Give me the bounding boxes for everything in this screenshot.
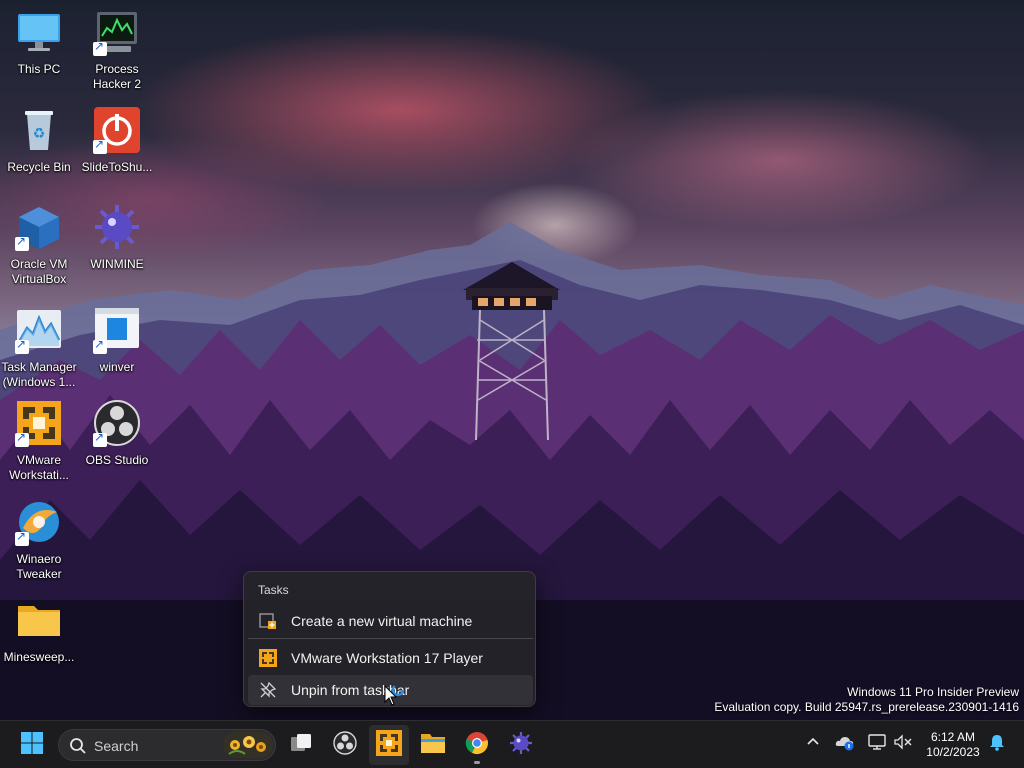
jump-list-item-vmware-player[interactable]: VMware Workstation 17 Player <box>248 643 533 673</box>
task-view-icon <box>289 731 313 760</box>
new-vm-icon <box>259 612 277 630</box>
vmware-icon <box>259 649 277 667</box>
winver-icon <box>93 306 141 354</box>
shortcut-arrow-icon <box>93 137 107 154</box>
jump-list-item-new-vm[interactable]: Create a new virtual machine <box>248 606 533 636</box>
desktop-icon-winver[interactable]: winver <box>78 306 156 375</box>
taskbar-app-vmware[interactable] <box>369 725 409 765</box>
chevron-up-icon <box>806 735 820 754</box>
vmware-icon <box>15 399 63 447</box>
taskbar-app-chrome[interactable] <box>457 725 497 765</box>
unpin-icon <box>259 681 277 699</box>
recycle-bin-icon: ♻ <box>15 106 63 154</box>
desktop-icon-this-pc[interactable]: This PC <box>0 8 78 77</box>
chrome-icon <box>465 731 489 760</box>
shortcut-arrow-icon <box>15 337 29 354</box>
jump-list-divider <box>248 638 533 639</box>
taskbar-clock[interactable]: 6:12 AM 10/2/2023 <box>918 730 988 760</box>
virtualbox-icon <box>15 203 63 251</box>
obs-icon <box>333 730 357 760</box>
folder-icon <box>15 596 63 644</box>
desktop-icon-winaero[interactable]: Winaero Tweaker <box>0 498 78 582</box>
start-icon <box>20 731 44 760</box>
taskbar-app-obs[interactable] <box>325 725 365 765</box>
task-view-button[interactable] <box>281 725 321 765</box>
taskbar: Search 6:12 AM 10/2/2023 <box>0 720 1024 768</box>
desktop-icon-task-manager[interactable]: Task Manager (Windows 1... <box>0 306 78 390</box>
desktop-icon-label: Recycle Bin <box>7 160 71 174</box>
search-highlight-flowers-icon <box>223 732 273 758</box>
desktop-icon-label: Oracle VM VirtualBox <box>10 257 68 286</box>
shortcut-arrow-icon <box>93 39 107 56</box>
desktop-icon-label: Winaero Tweaker <box>16 552 62 581</box>
tray-onedrive[interactable] <box>834 733 856 755</box>
evaluation-watermark: Windows 11 Pro Insider Preview Evaluatio… <box>714 685 1019 715</box>
task-manager-icon <box>15 306 63 354</box>
notification-bell-icon <box>988 733 1006 756</box>
onedrive-icon <box>835 733 855 756</box>
desktop-icon-slidetoshutdown[interactable]: SlideToShu... <box>78 106 156 175</box>
taskbar-app-file-explorer[interactable] <box>413 725 453 765</box>
desktop-icon-label: VMware Workstati... <box>9 453 69 482</box>
desktop-icon-label: SlideToShu... <box>81 160 153 174</box>
shortcut-arrow-icon <box>15 430 29 447</box>
svg-text:♻: ♻ <box>33 126 46 142</box>
shortcut-arrow-icon <box>93 430 107 447</box>
jump-list-item-label: VMware Workstation 17 Player <box>291 650 483 666</box>
notification-center-button[interactable] <box>986 733 1008 755</box>
shortcut-arrow-icon <box>15 529 29 546</box>
clock-time: 6:12 AM <box>930 730 976 744</box>
desktop[interactable]: This PC ♻ Recycle Bin Oracle VM VirtualB… <box>0 0 1024 720</box>
watermark-line-1: Windows 11 Pro Insider Preview <box>847 685 1019 699</box>
search-placeholder: Search <box>94 738 139 754</box>
desktop-icon-process-hacker[interactable]: Process Hacker 2 <box>78 8 156 92</box>
clock-date: 10/2/2023 <box>926 745 980 759</box>
desktop-icon-label: Task Manager (Windows 1... <box>1 360 77 389</box>
mouse-cursor-icon <box>384 683 410 707</box>
taskbar-app-winmine[interactable] <box>501 725 541 765</box>
desktop-icon-obs[interactable]: OBS Studio <box>78 399 156 468</box>
desktop-icon-label: winver <box>99 360 135 374</box>
desktop-icon-label: Process Hacker 2 <box>92 62 142 91</box>
taskbar-search-box[interactable]: Search <box>58 729 276 761</box>
volume-muted-icon <box>893 733 913 756</box>
shortcut-arrow-icon <box>93 337 107 354</box>
desktop-icon-winmine[interactable]: WINMINE <box>78 203 156 272</box>
monitor-icon <box>15 8 63 56</box>
tray-network[interactable] <box>866 733 888 755</box>
winaero-icon <box>15 498 63 546</box>
process-hacker-icon <box>93 8 141 56</box>
power-icon <box>93 106 141 154</box>
jump-list-item-label: Create a new virtual machine <box>291 613 473 629</box>
desktop-icon-label: WINMINE <box>90 257 144 271</box>
search-icon <box>69 737 87 755</box>
running-indicator <box>474 761 480 764</box>
desktop-icon-virtualbox[interactable]: Oracle VM VirtualBox <box>0 203 78 287</box>
jump-list-header: Tasks <box>258 583 289 597</box>
mine-icon <box>509 731 533 760</box>
watermark-line-2: Evaluation copy. Build 25947.rs_prerelea… <box>714 700 1019 714</box>
vmware-icon <box>376 729 402 761</box>
desktop-icon-label: OBS Studio <box>85 453 149 467</box>
tray-volume[interactable] <box>892 733 914 755</box>
file-explorer-icon <box>420 731 446 760</box>
start-button[interactable] <box>12 725 52 765</box>
desktop-icon-minesweeper[interactable]: Minesweep... <box>0 596 78 665</box>
mine-icon <box>93 203 141 251</box>
desktop-icon-vmware[interactable]: VMware Workstati... <box>0 399 78 483</box>
desktop-icon-label: This PC <box>17 62 61 76</box>
desktop-icon-label: Minesweep... <box>3 650 75 664</box>
show-hidden-icons-button[interactable] <box>802 733 824 755</box>
desktop-icon-recycle-bin[interactable]: ♻ Recycle Bin <box>0 106 78 175</box>
obs-icon <box>93 399 141 447</box>
network-icon <box>867 733 887 756</box>
shortcut-arrow-icon <box>15 234 29 251</box>
